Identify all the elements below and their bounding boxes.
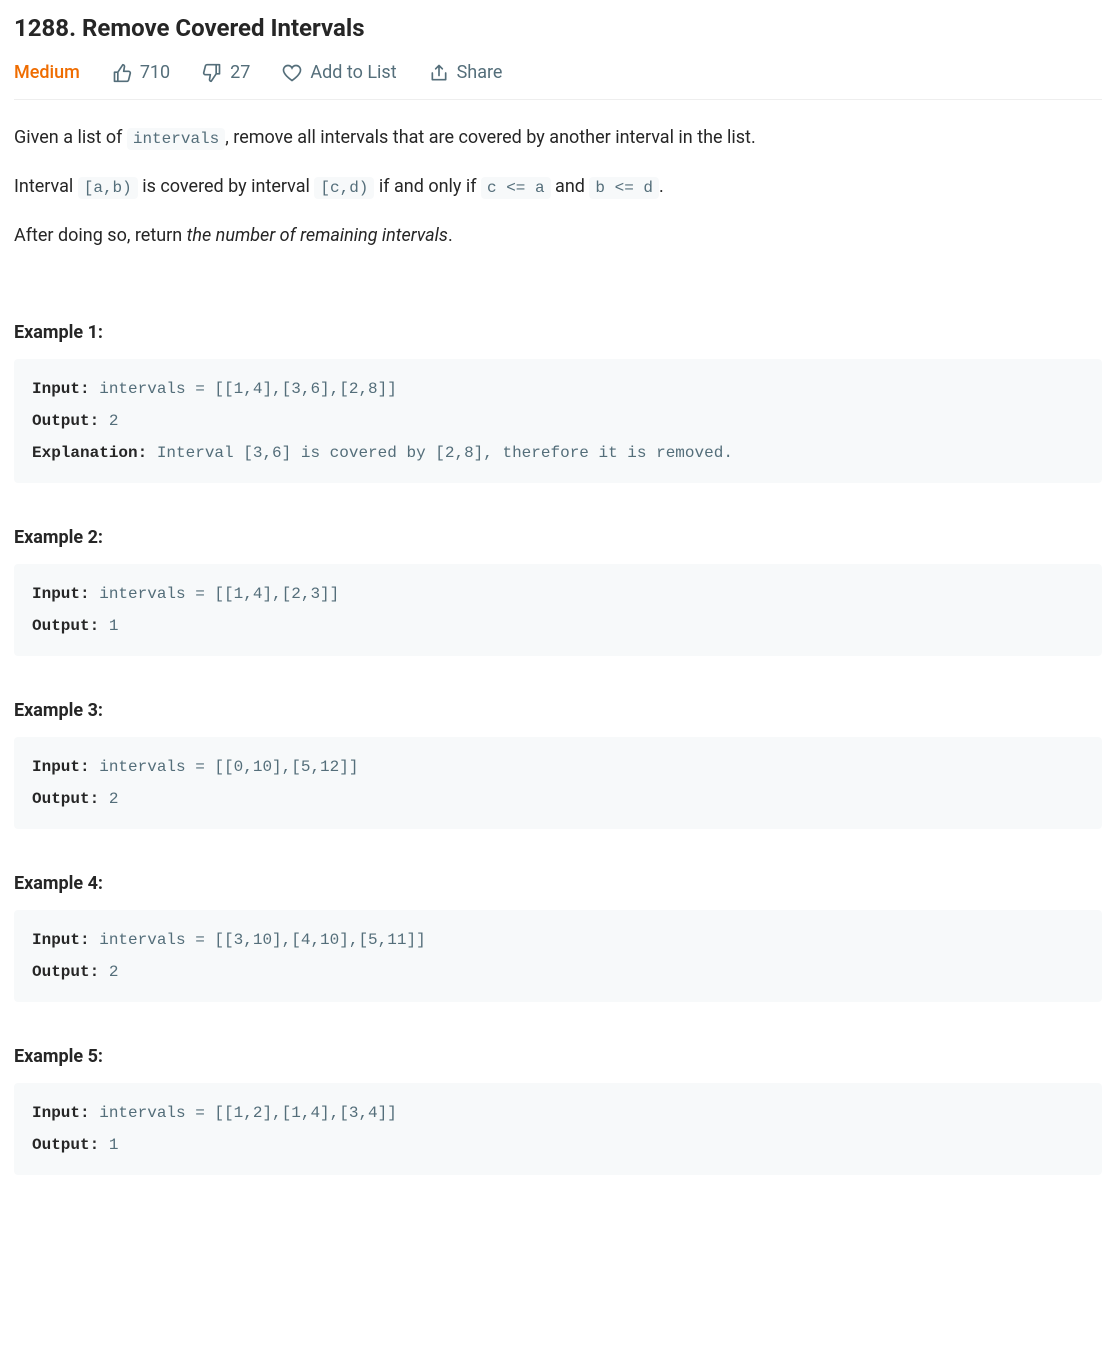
share-icon (429, 63, 449, 83)
inline-code: b <= d (589, 177, 659, 199)
share-label: Share (457, 62, 503, 83)
add-to-list-button[interactable]: Add to List (282, 62, 396, 83)
output-label: Output: (32, 1136, 99, 1154)
output-value: 2 (99, 412, 118, 430)
example-block: Input: intervals = [[1,2],[1,4],[3,4]] O… (14, 1083, 1102, 1175)
input-label: Input: (32, 931, 90, 949)
explanation-value: Interval [3,6] is covered by [2,8], ther… (147, 444, 733, 462)
output-label: Output: (32, 790, 99, 808)
like-button[interactable]: 710 (112, 62, 170, 83)
output-label: Output: (32, 617, 99, 635)
input-value: intervals = [[1,4],[3,6],[2,8]] (90, 380, 397, 398)
inline-code: c <= a (481, 177, 551, 199)
text: and (551, 176, 590, 197)
difficulty-badge: Medium (14, 62, 80, 83)
input-value: intervals = [[3,10],[4,10],[5,11]] (90, 931, 426, 949)
text: Given a list of (14, 127, 127, 148)
share-button[interactable]: Share (429, 62, 503, 83)
text: Interval (14, 176, 78, 197)
input-value: intervals = [[0,10],[5,12]] (90, 758, 359, 776)
inline-code: intervals (127, 128, 225, 150)
output-label: Output: (32, 412, 99, 430)
meta-row: Medium 710 27 Add to List Share (14, 62, 1102, 100)
example-title: Example 1: (14, 322, 1102, 343)
text: After doing so, return (14, 225, 187, 246)
add-to-list-label: Add to List (310, 62, 396, 83)
emphasis: the number of remaining intervals (187, 225, 448, 246)
example-title: Example 3: (14, 700, 1102, 721)
example-block: Input: intervals = [[1,4],[2,3]] Output:… (14, 564, 1102, 656)
example-block: Input: intervals = [[3,10],[4,10],[5,11]… (14, 910, 1102, 1002)
example-title: Example 2: (14, 527, 1102, 548)
example-block: Input: intervals = [[1,4],[3,6],[2,8]] O… (14, 359, 1102, 483)
thumbs-down-icon (202, 63, 222, 83)
text: is covered by interval (138, 176, 315, 197)
text: if and only if (374, 176, 481, 197)
heart-icon (282, 63, 302, 83)
dislike-button[interactable]: 27 (202, 62, 250, 83)
explanation-label: Explanation: (32, 444, 147, 462)
output-value: 1 (99, 617, 118, 635)
input-label: Input: (32, 380, 90, 398)
example-block: Input: intervals = [[0,10],[5,12]] Outpu… (14, 737, 1102, 829)
inline-code: [c,d) (314, 177, 374, 199)
text: , remove all intervals that are covered … (225, 127, 755, 148)
description-paragraph: Given a list of intervals, remove all in… (14, 124, 1102, 153)
thumbs-up-icon (112, 63, 132, 83)
input-label: Input: (32, 1104, 90, 1122)
input-label: Input: (32, 585, 90, 603)
input-value: intervals = [[1,4],[2,3]] (90, 585, 340, 603)
description-paragraph: After doing so, return the number of rem… (14, 222, 1102, 251)
output-value: 1 (99, 1136, 118, 1154)
like-count: 710 (140, 62, 170, 83)
dislike-count: 27 (230, 62, 250, 83)
example-title: Example 4: (14, 873, 1102, 894)
problem-title: 1288. Remove Covered Intervals (14, 14, 1102, 42)
input-value: intervals = [[1,2],[1,4],[3,4]] (90, 1104, 397, 1122)
text: . (448, 225, 453, 246)
inline-code: [a,b) (78, 177, 138, 199)
example-title: Example 5: (14, 1046, 1102, 1067)
output-value: 2 (99, 963, 118, 981)
output-label: Output: (32, 963, 99, 981)
output-value: 2 (99, 790, 118, 808)
text: . (659, 176, 664, 197)
problem-description: Given a list of intervals, remove all in… (14, 124, 1102, 250)
description-paragraph: Interval [a,b) is covered by interval [c… (14, 173, 1102, 202)
input-label: Input: (32, 758, 90, 776)
